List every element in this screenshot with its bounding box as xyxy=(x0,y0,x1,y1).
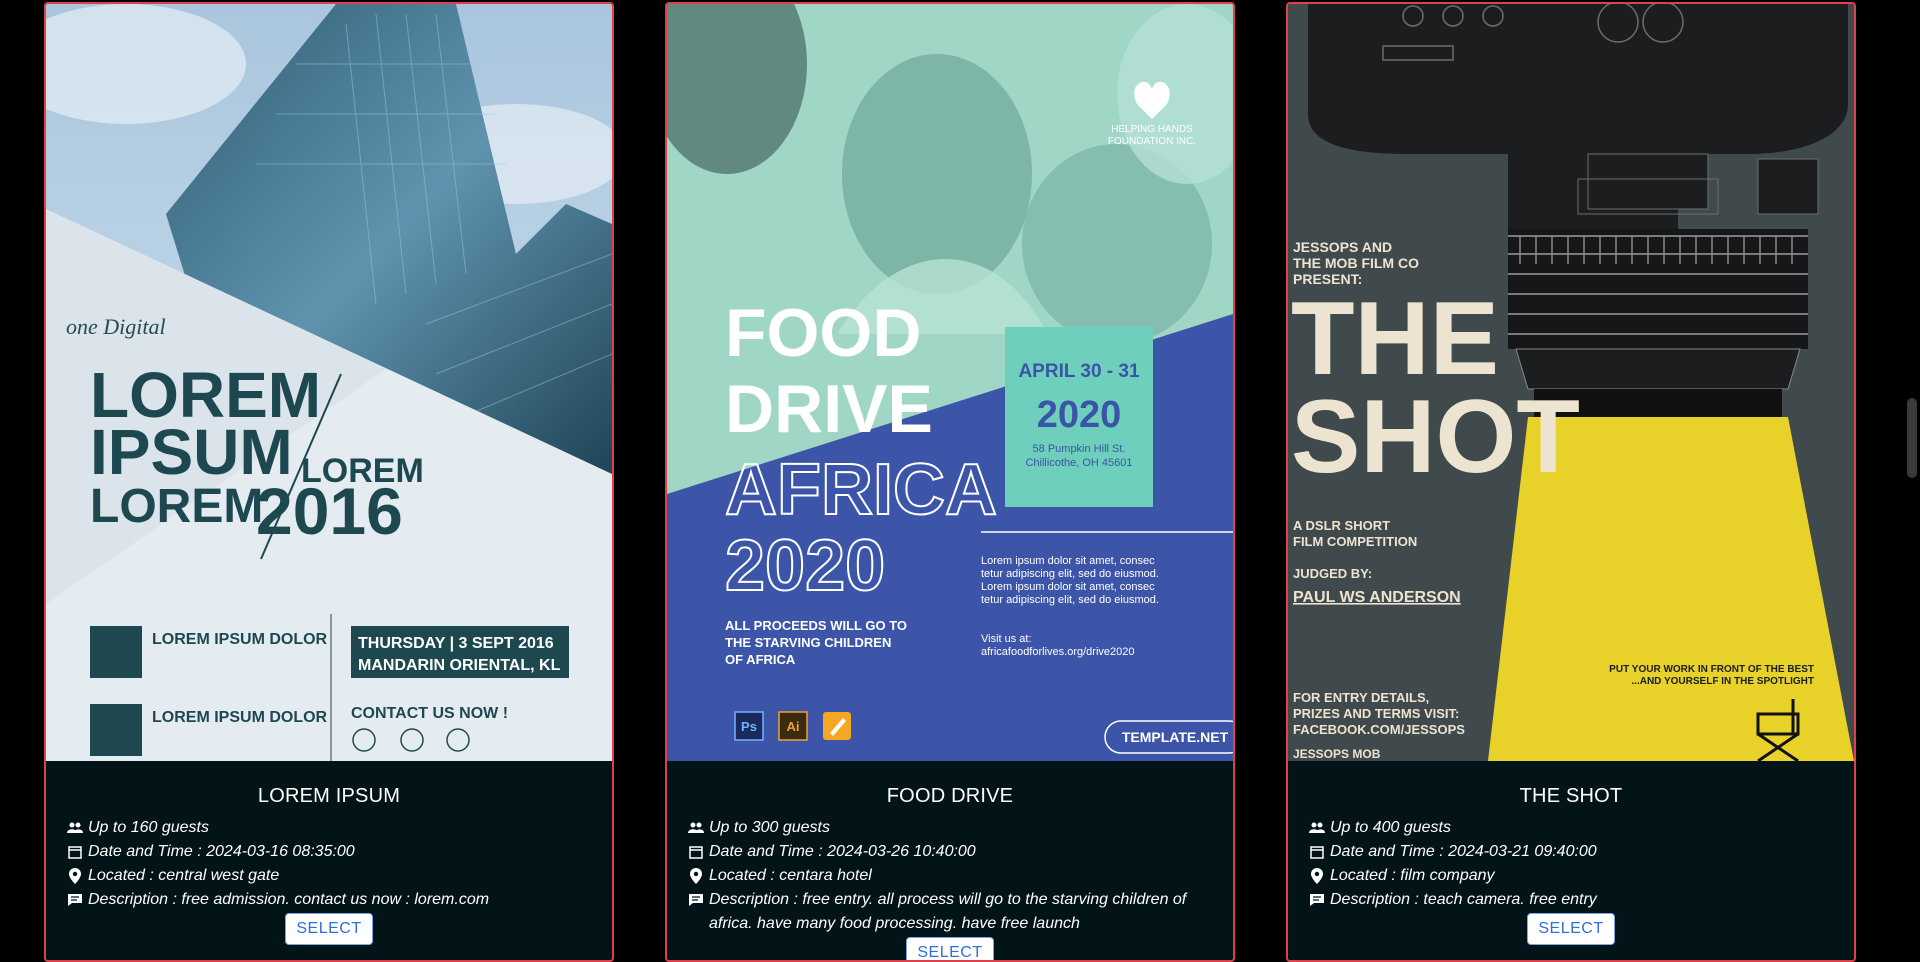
comment-icon xyxy=(1308,888,1326,912)
datetime-row: Date and Time : 2024-03-16 08:35:00 xyxy=(46,840,612,864)
poster-presenters-1: JESSOPS AND xyxy=(1293,239,1392,255)
location-text: Located : central west gate xyxy=(88,867,280,884)
event-card-the-shot[interactable]: JESSOPS AND THE MOB FILM CO PRESENT: THE… xyxy=(1286,2,1856,962)
guests-row: Up to 160 guests xyxy=(46,816,612,840)
poster-item1-title: LOREM IPSUM DOLOR xyxy=(152,631,328,648)
poster-address-2: Chillicothe, OH 45601 xyxy=(1025,457,1132,469)
poster-tagline-2: ...AND YOURSELF IN THE SPOTLIGHT xyxy=(1631,676,1814,687)
datetime-row: Date and Time : 2024-03-26 10:40:00 xyxy=(667,840,1233,864)
datetime-row: Date and Time : 2024-03-21 09:40:00 xyxy=(1288,840,1854,864)
poster-badge-ai: Ai xyxy=(787,719,800,734)
location-pin-icon xyxy=(1308,864,1326,888)
event-poster-image: JESSOPS AND THE MOB FILM CO PRESENT: THE… xyxy=(1288,4,1854,761)
event-title: THE SHOT xyxy=(1519,785,1623,807)
calendar-icon xyxy=(687,840,705,864)
poster-subtitle-2: FILM COMPETITION xyxy=(1293,534,1417,549)
poster-date-line1: THURSDAY | 3 SEPT 2016 xyxy=(358,635,554,652)
calendar-icon xyxy=(1308,840,1326,864)
location-text: Located : centara hotel xyxy=(709,867,872,884)
poster-headline-2: SHOT xyxy=(1291,379,1580,495)
select-button[interactable]: SELECT xyxy=(906,937,994,960)
people-icon xyxy=(1308,816,1326,840)
guests-row: Up to 400 guests xyxy=(1288,816,1854,840)
description-row: Description : teach camera. free entry xyxy=(1288,888,1854,912)
guests-text: Up to 300 guests xyxy=(709,819,830,836)
comment-icon xyxy=(66,888,84,912)
poster-entry-2: PRIZES AND TERMS VISIT: xyxy=(1293,706,1459,721)
people-icon xyxy=(687,816,705,840)
datetime-text: Date and Time : 2024-03-26 10:40:00 xyxy=(709,843,976,860)
event-poster-image: one Digital LOREM IPSUM LOREM LOREM 2016… xyxy=(46,4,612,761)
poster-entry-3: FACEBOOK.COM/JESSOPS xyxy=(1293,722,1465,737)
poster-body-2: tetur adipiscing elit, sed do eiusmod. xyxy=(981,568,1159,580)
select-button[interactable]: SELECT xyxy=(1527,913,1615,945)
select-button[interactable]: SELECT xyxy=(285,913,373,945)
poster-judged-label: JUDGED BY: xyxy=(1293,566,1372,581)
poster-outline-2: 2020 xyxy=(725,526,885,606)
poster-body-4: tetur adipiscing elit, sed do eiusmod. xyxy=(981,594,1159,606)
poster-headline-right-2: 2016 xyxy=(256,474,403,548)
scrollbar-thumb[interactable] xyxy=(1907,398,1917,478)
description-text: Description : free entry. all process wi… xyxy=(709,891,1187,932)
poster-judge: PAUL WS ANDERSON xyxy=(1293,589,1461,606)
poster-date: APRIL 30 - 31 xyxy=(1018,361,1140,382)
poster-headline-2: DRIVE xyxy=(725,371,933,447)
location-row: Located : centara hotel xyxy=(667,864,1233,888)
poster-headline-1: FOOD xyxy=(725,295,921,371)
location-pin-icon xyxy=(687,864,705,888)
poster-visit-2: africafoodforlives.org/drive2020 xyxy=(981,646,1134,658)
datetime-text: Date and Time : 2024-03-21 09:40:00 xyxy=(1330,843,1597,860)
event-card-lorem-ipsum[interactable]: one Digital LOREM IPSUM LOREM LOREM 2016… xyxy=(44,2,614,962)
poster-body-1: Lorem ipsum dolor sit amet, consec xyxy=(981,555,1155,567)
calendar-icon xyxy=(66,840,84,864)
poster-outline-1: AFRICA xyxy=(725,450,997,530)
description-row: Description : free admission. contact us… xyxy=(46,888,612,912)
description-text: Description : free admission. contact us… xyxy=(88,891,490,908)
comment-icon xyxy=(687,888,705,912)
poster-proceeds-3: OF AFRICA xyxy=(725,652,796,667)
location-pin-icon xyxy=(66,864,84,888)
people-icon xyxy=(66,816,84,840)
event-title: LOREM IPSUM xyxy=(257,785,401,807)
poster-body-3: Lorem ipsum dolor sit amet, consec xyxy=(981,581,1155,593)
poster-visit-1: Visit us at: xyxy=(981,633,1032,645)
poster-org-1: HELPING HANDS xyxy=(1111,124,1193,135)
poster-date-line2: MANDARIN ORIENTAL, KL xyxy=(358,657,561,674)
event-card-food-drive[interactable]: HELPING HANDS FOUNDATION INC. FOOD DRIVE… xyxy=(665,2,1235,962)
poster-badge-ps: Ps xyxy=(741,719,757,734)
description-text: Description : teach camera. free entry xyxy=(1330,891,1597,908)
poster-logo: one Digital xyxy=(66,314,166,339)
datetime-text: Date and Time : 2024-03-16 08:35:00 xyxy=(88,843,355,860)
guests-text: Up to 400 guests xyxy=(1330,819,1451,836)
guests-row: Up to 300 guests xyxy=(667,816,1233,840)
location-text: Located : film company xyxy=(1330,867,1495,884)
poster-proceeds-2: THE STARVING CHILDREN xyxy=(725,635,891,650)
event-title: FOOD DRIVE xyxy=(886,785,1014,807)
poster-org-2: FOUNDATION INC. xyxy=(1108,136,1196,147)
poster-proceeds-1: ALL PROCEEDS WILL GO TO xyxy=(725,618,907,633)
location-row: Located : central west gate xyxy=(46,864,612,888)
guests-text: Up to 160 guests xyxy=(88,819,209,836)
location-row: Located : film company xyxy=(1288,864,1854,888)
poster-year: 2020 xyxy=(1037,394,1122,436)
poster-presenters-2: THE MOB FILM CO xyxy=(1293,255,1419,271)
poster-address-1: 58 Pumpkin Hill St. xyxy=(1033,443,1126,455)
page-scrollbar[interactable] xyxy=(1903,0,1920,939)
description-row: Description : free entry. all process wi… xyxy=(667,888,1233,936)
poster-tagline-1: PUT YOUR WORK IN FRONT OF THE BEST xyxy=(1609,664,1814,675)
poster-item2-title: LOREM IPSUM DOLOR xyxy=(152,709,328,726)
poster-footer: JESSOPS MOB xyxy=(1293,747,1381,761)
poster-subtitle-1: A DSLR SHORT xyxy=(1293,518,1390,533)
poster-headline-3: LOREM xyxy=(90,480,263,533)
poster-entry-1: FOR ENTRY DETAILS, xyxy=(1293,690,1429,705)
poster-contact: CONTACT US NOW ! xyxy=(351,705,508,722)
event-poster-image: HELPING HANDS FOUNDATION INC. FOOD DRIVE… xyxy=(667,4,1233,761)
poster-template-label: TEMPLATE.NET xyxy=(1122,729,1229,745)
